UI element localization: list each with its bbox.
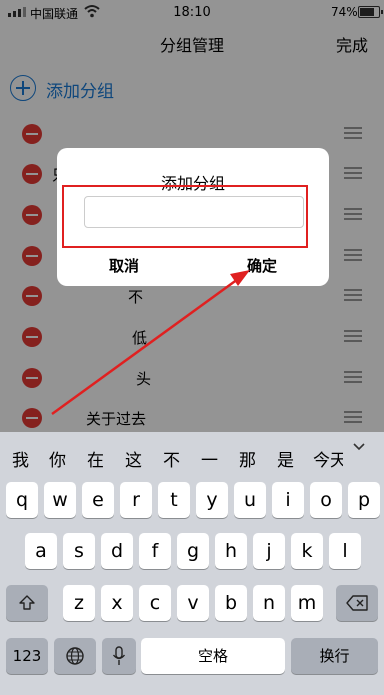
key-a[interactable]: a (25, 533, 57, 569)
confirm-button[interactable]: 确定 (247, 255, 277, 276)
key-z[interactable]: z (63, 585, 95, 621)
key-w[interactable]: w (44, 482, 76, 518)
key-r[interactable]: r (120, 482, 152, 518)
backspace-key[interactable] (336, 585, 378, 621)
key-c[interactable]: c (139, 585, 171, 621)
key-h[interactable]: h (215, 533, 247, 569)
key-x[interactable]: x (101, 585, 133, 621)
shift-arrow-icon (19, 595, 35, 610)
candidate-item[interactable]: 你 (49, 446, 66, 471)
numbers-key[interactable]: 123 (6, 638, 48, 674)
return-key[interactable]: 换行 (291, 638, 378, 674)
annotation-highlight-box (62, 185, 308, 248)
chevron-down-icon[interactable] (352, 440, 366, 454)
key-i[interactable]: i (272, 482, 304, 518)
key-o[interactable]: o (310, 482, 342, 518)
key-q[interactable]: q (6, 482, 38, 518)
candidate-item[interactable]: 是 (277, 446, 294, 471)
mic-key[interactable] (102, 638, 136, 674)
key-y[interactable]: y (196, 482, 228, 518)
key-s[interactable]: s (63, 533, 95, 569)
candidate-item[interactable]: 这 (125, 446, 142, 471)
globe-key[interactable] (54, 638, 96, 674)
key-l[interactable]: l (329, 533, 361, 569)
key-u[interactable]: u (234, 482, 266, 518)
candidate-item[interactable]: 不 (163, 446, 180, 471)
key-e[interactable]: e (82, 482, 114, 518)
globe-icon (66, 647, 84, 665)
candidate-item[interactable]: 今天 (313, 446, 343, 471)
cancel-button[interactable]: 取消 (109, 255, 139, 276)
space-key[interactable]: 空格 (141, 638, 285, 674)
key-d[interactable]: d (101, 533, 133, 569)
key-k[interactable]: k (291, 533, 323, 569)
candidate-item[interactable]: 我 (12, 446, 29, 471)
key-f[interactable]: f (139, 533, 171, 569)
microphone-icon (112, 646, 126, 665)
candidate-item[interactable]: 在 (87, 446, 104, 471)
candidate-item[interactable]: 一 (201, 446, 218, 471)
shift-key[interactable] (6, 585, 48, 621)
key-t[interactable]: t (158, 482, 190, 518)
key-j[interactable]: j (253, 533, 285, 569)
key-m[interactable]: m (291, 585, 323, 621)
key-b[interactable]: b (215, 585, 247, 621)
key-v[interactable]: v (177, 585, 209, 621)
key-p[interactable]: p (348, 482, 380, 518)
candidate-item[interactable]: 那 (239, 446, 256, 471)
backspace-icon (346, 595, 368, 611)
key-n[interactable]: n (253, 585, 285, 621)
key-g[interactable]: g (177, 533, 209, 569)
